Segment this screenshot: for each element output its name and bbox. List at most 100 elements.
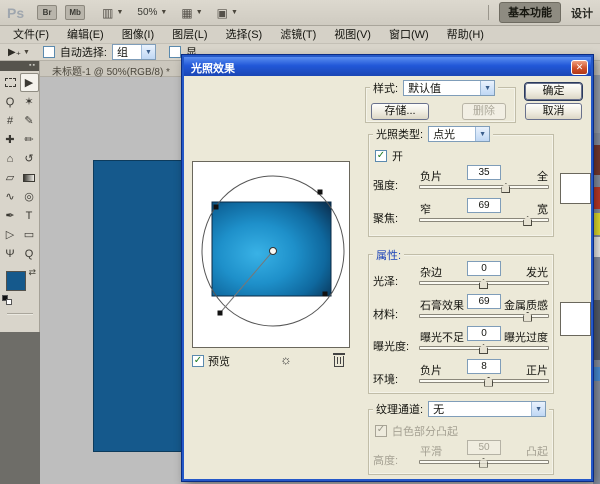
- zoom-tool[interactable]: Q: [20, 244, 39, 263]
- move-tool[interactable]: ▶: [20, 73, 39, 92]
- menu-item-图像I[interactable]: 图像(I): [113, 24, 163, 45]
- gloss-value-input[interactable]: 0: [467, 261, 501, 276]
- clone-stamp-tool[interactable]: ⌂: [1, 149, 20, 168]
- workspace-switcher: 基本功能 设计: [488, 2, 593, 23]
- healing-brush-tool[interactable]: ✚: [1, 130, 20, 149]
- mini-bridge-button[interactable]: Mb: [65, 5, 85, 20]
- eyedropper-tool[interactable]: ✎: [20, 111, 39, 130]
- brush-tool-icon: ✏: [24, 133, 33, 146]
- path-selection-tool[interactable]: ▷: [1, 225, 20, 244]
- new-light-bulb-icon[interactable]: ☼: [280, 353, 292, 367]
- rectangular-marquee-tool-icon: [5, 78, 16, 87]
- menu-item-视图V[interactable]: 视图(V): [325, 24, 380, 45]
- light-handle[interactable]: [318, 190, 323, 195]
- quick-selection-tool[interactable]: ✶: [20, 92, 39, 111]
- workspace-design-button[interactable]: 设计: [571, 5, 593, 21]
- show-transform-checkbox[interactable]: [169, 46, 181, 58]
- light-handle[interactable]: [323, 292, 328, 297]
- light-preview[interactable]: [192, 161, 350, 348]
- height-value-input[interactable]: 50: [467, 440, 501, 455]
- menu-item-帮助H[interactable]: 帮助(H): [438, 24, 493, 45]
- style-label: 样式:: [373, 80, 398, 96]
- application-bar: Ps Br Mb ▥ ▼ 50% ▼ ▦ ▼ ▣ ▼ 基本功能 设计: [0, 0, 600, 26]
- menu-item-编辑E[interactable]: 编辑(E): [58, 24, 113, 45]
- focus-slider-track[interactable]: [419, 218, 549, 222]
- view-extras-button[interactable]: ▦ ▼: [181, 7, 202, 19]
- light-color-swatch[interactable]: [560, 173, 591, 204]
- menu-item-文件F[interactable]: 文件(F): [4, 24, 58, 45]
- preview-checkbox[interactable]: ✓: [192, 355, 204, 367]
- material-slider-thumb[interactable]: [523, 312, 532, 322]
- focus-value-input[interactable]: 69: [467, 198, 501, 213]
- white-is-high-checkbox[interactable]: ✓: [375, 425, 387, 437]
- menu-item-图层L[interactable]: 图层(L): [163, 24, 216, 45]
- cancel-button[interactable]: 取消: [525, 103, 582, 120]
- screen-mode-button[interactable]: ▣ ▼: [217, 7, 238, 19]
- intensity-value-input[interactable]: 35: [467, 165, 501, 180]
- auto-select-checkbox[interactable]: [43, 46, 55, 58]
- rectangular-marquee-tool[interactable]: [1, 73, 20, 92]
- menu-item-滤镜T[interactable]: 滤镜(T): [271, 24, 325, 45]
- ambient-color-swatch[interactable]: [560, 302, 591, 336]
- rectangle-tool[interactable]: ▭: [20, 225, 39, 244]
- exposure-value-input[interactable]: 0: [467, 326, 501, 341]
- height-slider-track[interactable]: [419, 460, 549, 464]
- height-slider-thumb[interactable]: [479, 458, 488, 468]
- intensity-slider-thumb[interactable]: [501, 183, 510, 193]
- light-on-checkbox[interactable]: ✓: [375, 150, 387, 162]
- material-slider-track[interactable]: [419, 314, 549, 318]
- eraser-tool-icon: ▱: [6, 171, 14, 184]
- focus-slider-thumb[interactable]: [523, 216, 532, 226]
- material-min-label: 石膏效果: [420, 297, 464, 313]
- dodge-tool[interactable]: ◎: [20, 187, 39, 206]
- delete-light-trash-icon[interactable]: [334, 356, 344, 367]
- texture-channel-select[interactable]: 无 ▼: [428, 401, 546, 417]
- history-brush-tool[interactable]: ↺: [20, 149, 39, 168]
- eraser-tool[interactable]: ▱: [1, 168, 20, 187]
- gradient-tool[interactable]: [20, 168, 39, 187]
- default-colors-icon[interactable]: [2, 295, 12, 305]
- exposure-slider-track[interactable]: [419, 346, 549, 350]
- menu-item-选择S[interactable]: 选择(S): [217, 24, 272, 45]
- gloss-slider-track[interactable]: [419, 281, 549, 285]
- toolbar-collapse-button[interactable]: ▪▪: [0, 61, 39, 71]
- ok-button[interactable]: 确定: [525, 83, 582, 100]
- lasso-tool[interactable]: Ϙ: [1, 92, 20, 111]
- exposure-slider-thumb[interactable]: [479, 344, 488, 354]
- type-tool[interactable]: T: [20, 206, 39, 225]
- ambience-max-label: 正片: [526, 362, 548, 378]
- tool-grid: ▶Ϙ✶#✎✚ ✏ ⌂↺ ▱ ∿◎✒T▷▭ΨQ: [0, 71, 39, 263]
- crop-tool[interactable]: #: [1, 111, 20, 130]
- ambience-slider-track[interactable]: [419, 379, 549, 383]
- bridge-button[interactable]: Br: [37, 5, 57, 20]
- smudge-tool[interactable]: ∿: [1, 187, 20, 206]
- swap-colors-icon[interactable]: ⇄: [28, 267, 36, 278]
- ambience-value-input[interactable]: 8: [467, 359, 501, 374]
- gloss-slider-row: 光泽:杂边0发光: [373, 261, 549, 294]
- ambience-slider-thumb[interactable]: [484, 377, 493, 387]
- height-label: 高度:: [373, 440, 419, 472]
- gloss-slider-thumb[interactable]: [479, 279, 488, 289]
- pen-tool[interactable]: ✒: [1, 206, 20, 225]
- save-style-button[interactable]: 存储...: [371, 103, 429, 120]
- delete-style-button[interactable]: 删除: [462, 103, 506, 120]
- arrange-documents-icon: ▥: [102, 7, 113, 19]
- material-value-input[interactable]: 69: [467, 294, 501, 309]
- brush-tool[interactable]: ✏: [20, 130, 39, 149]
- zoom-level-select[interactable]: 50% ▼: [137, 7, 167, 18]
- light-handle[interactable]: [218, 311, 223, 316]
- auto-select-scope-select[interactable]: 组 ▼: [112, 44, 156, 60]
- style-select[interactable]: 默认值 ▼: [403, 80, 495, 96]
- hand-tool[interactable]: Ψ: [1, 244, 20, 263]
- menu-item-窗口W[interactable]: 窗口(W): [380, 24, 438, 45]
- workspace-essentials-button[interactable]: 基本功能: [499, 2, 561, 23]
- close-icon[interactable]: ✕: [571, 60, 588, 75]
- tool-preset-picker[interactable]: ▶₊ ▼: [8, 47, 30, 58]
- dialog-title-bar: 光照效果 ✕: [184, 57, 591, 76]
- arrange-documents-button[interactable]: ▥ ▼: [102, 7, 123, 19]
- light-type-select[interactable]: 点光 ▼: [428, 126, 490, 142]
- light-center-handle[interactable]: [270, 248, 277, 255]
- foreground-color-swatch[interactable]: [6, 271, 26, 291]
- intensity-slider-track[interactable]: [419, 185, 549, 189]
- light-handle[interactable]: [214, 205, 219, 210]
